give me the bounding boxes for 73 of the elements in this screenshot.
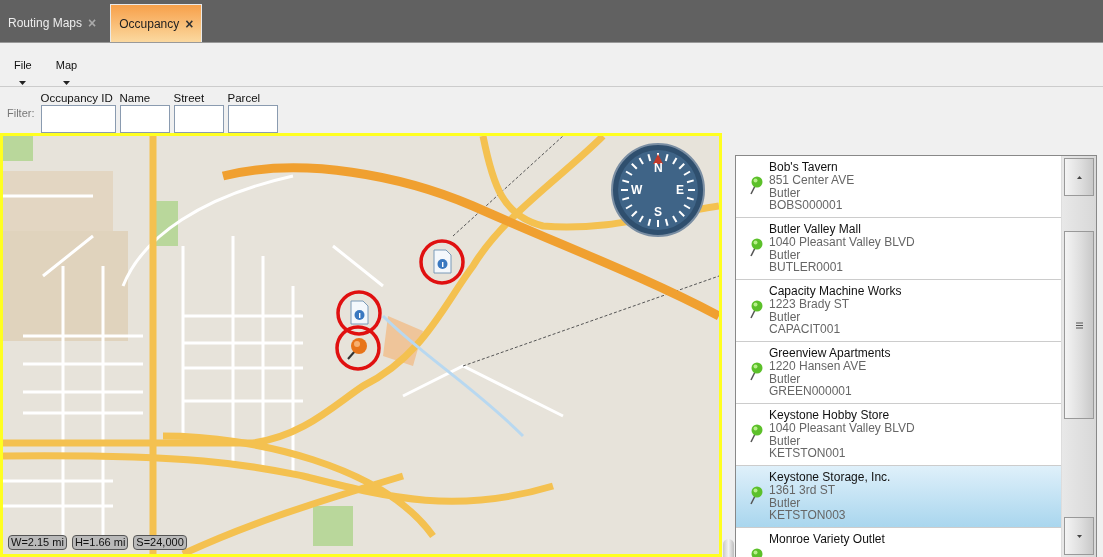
item-street: 1040 Pleasant Valley BLVD	[769, 236, 915, 249]
scale-label: S=24,000	[133, 535, 187, 550]
item-street: 851 Center AVE	[769, 174, 855, 187]
item-city: Butler	[769, 434, 802, 447]
scrollbar-thumb[interactable]	[1064, 231, 1094, 419]
menu-button[interactable]: File	[10, 43, 36, 86]
item-code: GREEN000001	[769, 385, 853, 398]
compass-letter: N	[654, 162, 663, 174]
item-code: BOBS000001	[769, 199, 844, 212]
park-area	[3, 136, 33, 161]
item-street: 1361 3rd ST	[769, 484, 836, 497]
item-street: 1223 Brady ST	[769, 298, 851, 311]
item-street: 1040 Pleasant Valley BLVD	[769, 422, 915, 435]
scroll-up-button[interactable]	[1064, 158, 1094, 196]
field-label: Parcel	[227, 91, 262, 105]
item-name: Greenview Apartments	[769, 347, 891, 360]
item-name: Capacity Machine Works	[769, 285, 902, 298]
item-city: Butler	[769, 248, 802, 261]
item-code: BUTLER0001	[769, 261, 845, 274]
pushpin-icon	[750, 486, 764, 506]
grip-icon	[1075, 321, 1083, 329]
input-field[interactable]	[173, 105, 224, 133]
building-area	[383, 316, 423, 366]
splitter-handle[interactable]	[723, 539, 734, 557]
filter-label: Filter:	[7, 107, 35, 119]
map-panel[interactable]: N E S W W=2.15 mi H=1.66 mi S=24,000	[0, 133, 722, 557]
pushpin-marker-icon[interactable]	[333, 323, 383, 373]
item-code: KETSTON003	[769, 509, 847, 522]
compass-letter: S	[654, 206, 662, 218]
pushpin-icon	[750, 300, 764, 320]
item-code: KETSTON001	[769, 447, 847, 460]
compass-dial-icon	[610, 142, 706, 238]
caret-icon	[19, 81, 27, 85]
item-name: Keystone Storage, Inc.	[769, 471, 891, 484]
input-field[interactable]	[40, 105, 116, 133]
caret-icon	[62, 81, 70, 85]
down-arrow-icon	[1076, 534, 1082, 538]
item-code: CAPACIT001	[769, 323, 842, 336]
item-city: Butler	[769, 186, 802, 199]
item-city: Butler	[769, 310, 801, 323]
item-street: 1220 Hansen AVE	[769, 360, 867, 373]
tab-label[interactable]: Routing Maps	[8, 16, 83, 30]
document-marker-icon[interactable]	[334, 288, 384, 338]
item-city: Butler	[769, 372, 802, 385]
up-arrow-icon	[1076, 175, 1082, 179]
scale-label: H=1.66 mi	[71, 535, 129, 550]
pushpin-icon	[750, 176, 764, 196]
field-label: Street	[173, 91, 206, 105]
compass[interactable]: N E S W	[610, 142, 706, 238]
pushpin-icon	[750, 362, 764, 382]
item-name: Keystone Hobby Store	[769, 409, 891, 422]
list-item[interactable]: Keystone Storage, Inc. 1361 3rd ST Butler KETSTON003	[736, 466, 1061, 528]
item-name: Butler Valley Mall	[769, 223, 862, 236]
document-marker-icon[interactable]	[417, 237, 467, 287]
pushpin-icon	[750, 424, 764, 444]
scroll-down-button[interactable]	[1064, 517, 1094, 555]
compass-letter: W	[631, 184, 643, 196]
input-field[interactable]	[227, 105, 278, 133]
park-area	[313, 506, 353, 546]
field-label: Name	[119, 91, 152, 105]
tab-label[interactable]: Occupancy	[119, 16, 180, 31]
compass-letter: E	[676, 184, 684, 196]
item-city: Butler	[769, 496, 802, 509]
item-name: Bob's Tavern	[769, 161, 839, 174]
pushpin-icon	[750, 238, 764, 258]
scale-label: W=2.15 mi	[8, 535, 67, 550]
close-button[interactable]: ×	[185, 15, 194, 32]
item-name: Monroe Variety Outlet	[769, 533, 885, 546]
menu-button[interactable]: Map	[51, 43, 82, 86]
field-label: Occupancy ID	[40, 91, 114, 105]
tab[interactable]: Occupancy ×	[110, 4, 203, 42]
tab[interactable]: Routing Maps ×	[0, 4, 105, 42]
input-field[interactable]	[119, 105, 170, 133]
